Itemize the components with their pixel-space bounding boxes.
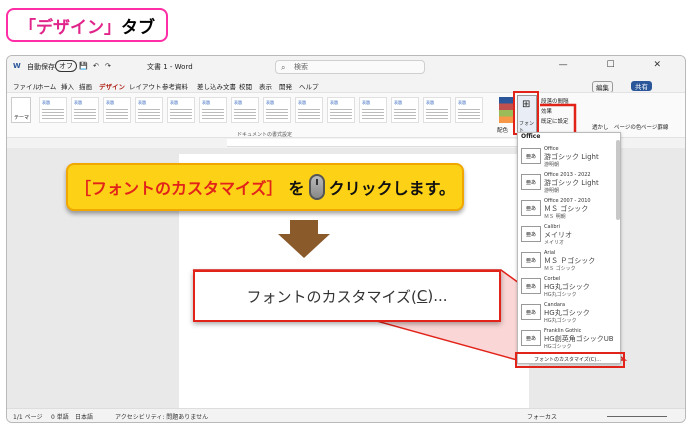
font-preview-icon: 亜あ [521, 330, 541, 346]
font-preview-icon: 亜あ [521, 252, 541, 268]
callout-action: クリックします。 [328, 179, 455, 198]
font-preview-icon: 亜あ [521, 278, 541, 294]
instruction-callout: ［フォントのカスタマイズ］ を クリックします。 [66, 163, 464, 211]
font-option-body: HG丸ゴシック [544, 292, 577, 298]
font-option-body: HG丸ゴシック [544, 318, 577, 324]
zoom-text: フォントのカスタマイズ( [246, 287, 417, 306]
down-arrow [278, 220, 330, 258]
font-option[interactable]: 亜あ Calibri メイリオ メイリオ [520, 221, 618, 247]
callout-particle: を [288, 179, 305, 198]
font-option-body: 游明朝 [544, 188, 560, 194]
fonts-dropdown: Office 亜あ Office 游ゴシック Light 游明朝 亜あ Offi… [517, 132, 621, 364]
font-option[interactable]: 亜あ Arial ＭＳ Ｐゴシック ＭＳ ゴシック [520, 247, 618, 273]
fonts-scrollbar[interactable] [616, 140, 620, 220]
fonts-dropdown-header: Office [521, 133, 541, 140]
font-option-body: メイリオ [544, 240, 565, 246]
font-option[interactable]: 亜あ Franklin Gothic HG創英角ゴシックUB HGゴシック [520, 325, 618, 351]
font-preview-icon: 亜あ [521, 304, 541, 320]
mouse-icon [308, 174, 325, 200]
customize-highlight [515, 352, 625, 368]
zoom-tail: )... [427, 287, 448, 305]
font-option[interactable]: 亜あ Office 2013 - 2022 游ゴシック Light 游明朝 [520, 169, 618, 195]
font-preview-icon: 亜あ [521, 226, 541, 242]
font-option-body: HGゴシック [544, 344, 572, 350]
font-option[interactable]: 亜あ Candara HG丸ゴシック HG丸ゴシック [520, 299, 618, 325]
font-option-body: ＭＳ 明朝 [544, 214, 566, 220]
zoom-accelerator-key: C [416, 287, 428, 305]
font-preview-icon: 亜あ [521, 174, 541, 190]
font-preview-icon: 亜あ [521, 200, 541, 216]
font-preview-icon: 亜あ [521, 148, 541, 164]
font-option-body: 游明朝 [544, 162, 560, 168]
font-option[interactable]: 亜あ Office 2007 - 2010 ＭＳ ゴシック ＭＳ 明朝 [520, 195, 618, 221]
zoomed-customize-item: フォントのカスタマイズ(C)... [193, 270, 501, 322]
font-option[interactable]: 亜あ Corbel HG丸ゴシック HG丸ゴシック [520, 273, 618, 299]
font-option[interactable]: 亜あ Office 游ゴシック Light 游明朝 [520, 143, 618, 169]
callout-target: ［フォントのカスタマイズ］ [75, 179, 283, 198]
font-option-body: ＭＳ ゴシック [544, 266, 576, 272]
